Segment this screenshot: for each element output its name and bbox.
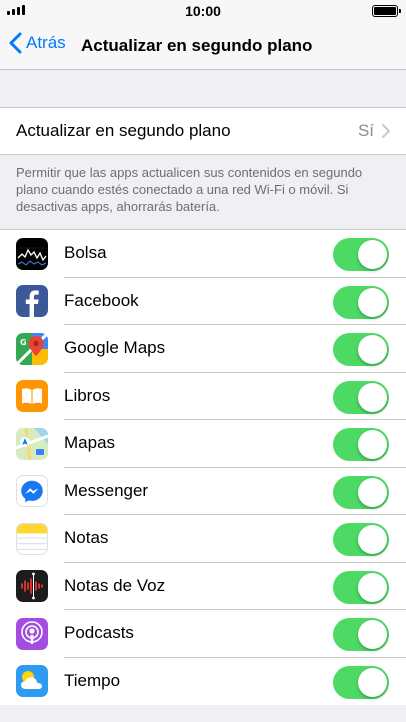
maps-icon	[16, 427, 48, 460]
stocks-icon	[16, 237, 48, 270]
setting-value: Sí	[358, 121, 390, 141]
list-item: Libros	[0, 373, 406, 420]
setting-group: Actualizar en segundo plano Sí	[0, 107, 406, 155]
page-title: Actualizar en segundo plano	[81, 36, 313, 55]
toggle-notas[interactable]	[333, 523, 389, 556]
books-icon	[16, 380, 48, 413]
app-list: Bolsa Facebook G Google Maps Libros Mapa…	[0, 229, 406, 705]
list-item: Mapas	[0, 420, 406, 468]
setting-label: Actualizar en segundo plano	[16, 121, 231, 140]
podcasts-icon	[16, 617, 48, 650]
list-item: Bolsa	[0, 230, 406, 278]
toggle-google-maps[interactable]	[333, 333, 389, 366]
status-time: 10:00	[185, 3, 221, 19]
chevron-right-icon	[382, 124, 390, 138]
back-button-label: Atrás	[26, 33, 66, 52]
battery-full-icon	[372, 5, 401, 17]
status-bar: 10:00	[0, 0, 406, 22]
svg-text:G: G	[20, 338, 27, 347]
toggle-libros[interactable]	[333, 380, 389, 414]
list-item: G Google Maps	[0, 325, 406, 373]
chevron-left-icon	[9, 32, 22, 54]
toggle-facebook[interactable]	[333, 285, 389, 319]
toggle-notas-de-voz[interactable]	[333, 570, 389, 604]
list-item: Notas de Voz	[0, 563, 406, 610]
navigation-bar: Atrás Actualizar en segundo plano	[0, 22, 406, 70]
list-item: Notas	[0, 515, 406, 563]
toggle-tiempo[interactable]	[333, 665, 389, 699]
voice-memos-icon	[16, 570, 48, 603]
list-item: Messenger	[0, 468, 406, 515]
toggle-bolsa[interactable]	[333, 238, 389, 271]
toggle-podcasts[interactable]	[333, 618, 389, 651]
list-item: Podcasts	[0, 610, 406, 658]
list-item: Facebook	[0, 278, 406, 325]
facebook-icon	[16, 285, 48, 318]
notes-icon	[16, 522, 48, 555]
messenger-icon	[16, 475, 48, 508]
list-item: Tiempo	[0, 658, 406, 706]
google-maps-icon: G	[16, 332, 48, 365]
back-button[interactable]: Atrás	[8, 32, 66, 54]
section-footer: Permitir que las apps actualicen sus con…	[16, 165, 363, 214]
toggle-mapas[interactable]	[333, 428, 389, 461]
background-refresh-cell[interactable]: Actualizar en segundo plano Sí	[0, 108, 406, 154]
weather-icon	[16, 665, 48, 698]
setting-value-text: Sí	[357, 121, 374, 140]
toggle-messenger[interactable]	[333, 475, 389, 509]
